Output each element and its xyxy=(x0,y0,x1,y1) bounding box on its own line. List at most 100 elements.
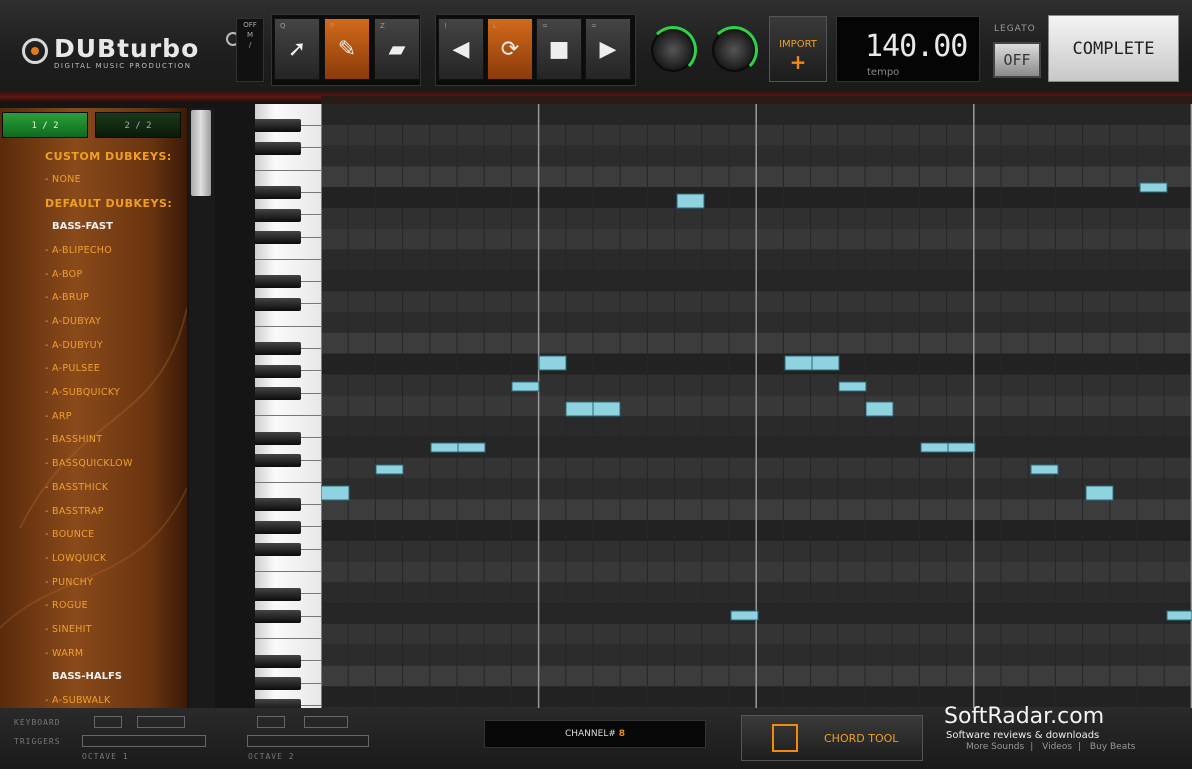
volume-knob[interactable] xyxy=(649,26,697,74)
sound-item[interactable]: - LOWQUICK xyxy=(45,553,106,564)
note-block[interactable] xyxy=(1085,485,1114,501)
sound-item[interactable]: - PUNCHY xyxy=(45,577,93,588)
sound-item[interactable]: - ARP xyxy=(45,411,72,422)
page-2-button[interactable]: 2 / 2 xyxy=(95,112,181,138)
sound-item[interactable]: - A-BRUP xyxy=(45,292,89,303)
legato-toggle[interactable]: OFF xyxy=(993,42,1041,78)
note-block[interactable] xyxy=(920,442,949,453)
black-key[interactable] xyxy=(255,521,301,534)
note-block[interactable] xyxy=(838,381,867,392)
import-label: IMPORT xyxy=(779,39,817,50)
logo-subtitle: DIGITAL MUSIC PRODUCTION xyxy=(54,62,192,70)
sound-item[interactable]: - BASSTRAP xyxy=(45,506,104,517)
note-block[interactable] xyxy=(538,355,567,371)
black-key[interactable] xyxy=(255,677,301,690)
dubkeys-sidebar: CUSTOM DUBKEYS: - NONE DEFAULT DUBKEYS: BAS… xyxy=(0,108,187,708)
videos-link[interactable]: Videos xyxy=(1042,742,1072,752)
complete-button[interactable]: COMPLETE xyxy=(1048,15,1179,82)
note-block[interactable] xyxy=(430,442,459,453)
tempo-value: 140.00 xyxy=(865,29,968,64)
note-block[interactable] xyxy=(730,610,759,621)
black-key[interactable] xyxy=(255,699,301,708)
note-grid[interactable] xyxy=(321,104,1192,708)
black-key[interactable] xyxy=(255,298,301,311)
note-block[interactable] xyxy=(321,485,350,501)
black-key[interactable] xyxy=(255,610,301,623)
black-key[interactable] xyxy=(255,454,301,467)
pencil-icon: ✎ xyxy=(337,37,357,62)
black-key[interactable] xyxy=(255,231,301,244)
logo-mark-icon xyxy=(22,38,48,64)
note-block[interactable] xyxy=(676,193,705,209)
black-key[interactable] xyxy=(255,209,301,222)
more-sounds-link[interactable]: More Sounds xyxy=(966,742,1024,752)
sound-item[interactable]: - NONE xyxy=(45,174,81,185)
sound-item[interactable]: - WARM xyxy=(45,648,83,659)
page-1-button[interactable]: 1 / 2 xyxy=(2,112,88,138)
rewind-button[interactable]: ! ◀ xyxy=(438,18,484,80)
black-key[interactable] xyxy=(255,119,301,132)
note-block[interactable] xyxy=(375,464,404,475)
note-block[interactable] xyxy=(811,355,840,371)
tempo-display[interactable]: 140.00 tempo xyxy=(836,16,980,82)
note-block[interactable] xyxy=(457,442,486,453)
sound-item[interactable]: - A-BLIPECHO xyxy=(45,245,112,256)
sound-item[interactable]: - A-PULSEE xyxy=(45,363,100,374)
watermark-title: SoftRadar.com xyxy=(944,704,1105,729)
stop-icon: ■ xyxy=(548,37,570,62)
pan-knob[interactable] xyxy=(710,26,758,74)
octave-2-label: OCTAVE 2 xyxy=(248,752,295,761)
note-block[interactable] xyxy=(947,442,976,453)
black-key[interactable] xyxy=(255,543,301,556)
sound-item[interactable]: - BOUNCE xyxy=(45,529,94,540)
sound-item[interactable]: - SINEHIT xyxy=(45,624,92,635)
chord-tool-button[interactable]: CHORD TOOL xyxy=(741,715,923,761)
sound-item[interactable]: - A-SUBQUICKY xyxy=(45,387,120,398)
black-key[interactable] xyxy=(255,432,301,445)
import-button[interactable]: IMPORT + xyxy=(769,16,827,82)
note-block[interactable] xyxy=(865,401,894,417)
play-icon: ▶ xyxy=(599,37,617,62)
buy-beats-link[interactable]: Buy Beats xyxy=(1090,742,1136,752)
note-block[interactable] xyxy=(511,381,540,392)
category-label: BASS-HALFS xyxy=(52,671,122,682)
piano-keyboard[interactable] xyxy=(255,104,321,708)
mode-switch[interactable]: OFF M / xyxy=(236,18,264,82)
pencil-tool-button[interactable]: P ✎ xyxy=(324,18,370,80)
note-block[interactable] xyxy=(784,355,813,371)
sidebar-scrollbar[interactable] xyxy=(189,108,215,708)
black-key[interactable] xyxy=(255,142,301,155)
play-button[interactable]: = ▶ xyxy=(585,18,631,80)
black-key[interactable] xyxy=(255,342,301,355)
note-block[interactable] xyxy=(1139,182,1168,193)
black-key[interactable] xyxy=(255,365,301,378)
black-key[interactable] xyxy=(255,588,301,601)
loop-button[interactable]: L ⟳ xyxy=(487,18,533,80)
black-key[interactable] xyxy=(255,275,301,288)
sound-item[interactable]: - A-BOP xyxy=(45,269,82,280)
black-key[interactable] xyxy=(255,498,301,511)
note-block[interactable] xyxy=(1030,464,1059,475)
black-key[interactable] xyxy=(255,655,301,668)
pointer-tool-button[interactable]: Q ➚ xyxy=(274,18,320,80)
sound-item[interactable]: - A-DUBYUY xyxy=(45,340,103,351)
scrollbar-thumb[interactable] xyxy=(191,110,211,196)
note-block[interactable] xyxy=(565,401,594,417)
sound-item[interactable]: - BASSTHICK xyxy=(45,482,108,493)
black-key[interactable] xyxy=(255,387,301,400)
sound-item[interactable]: - A-DUBYAY xyxy=(45,316,101,327)
note-block[interactable] xyxy=(1166,610,1192,621)
sound-item[interactable]: - BASSQUICKLOW xyxy=(45,458,133,469)
note-block[interactable] xyxy=(592,401,621,417)
eraser-tool-button[interactable]: Z ▰ xyxy=(374,18,420,80)
channel-display[interactable]: CHANNEL# 8 xyxy=(484,720,706,748)
sound-item[interactable]: - BASSHINT xyxy=(45,434,102,445)
black-key[interactable] xyxy=(255,186,301,199)
plus-icon: + xyxy=(789,50,807,74)
sound-item[interactable]: - A-SUBWALK xyxy=(45,695,111,706)
mode-off: OFF xyxy=(243,21,257,29)
timeline-ruler[interactable] xyxy=(321,96,1192,104)
legato-label: LEGATO xyxy=(994,24,1036,34)
stop-button[interactable]: = ■ xyxy=(536,18,582,80)
sound-item[interactable]: - ROGUE xyxy=(45,600,88,611)
